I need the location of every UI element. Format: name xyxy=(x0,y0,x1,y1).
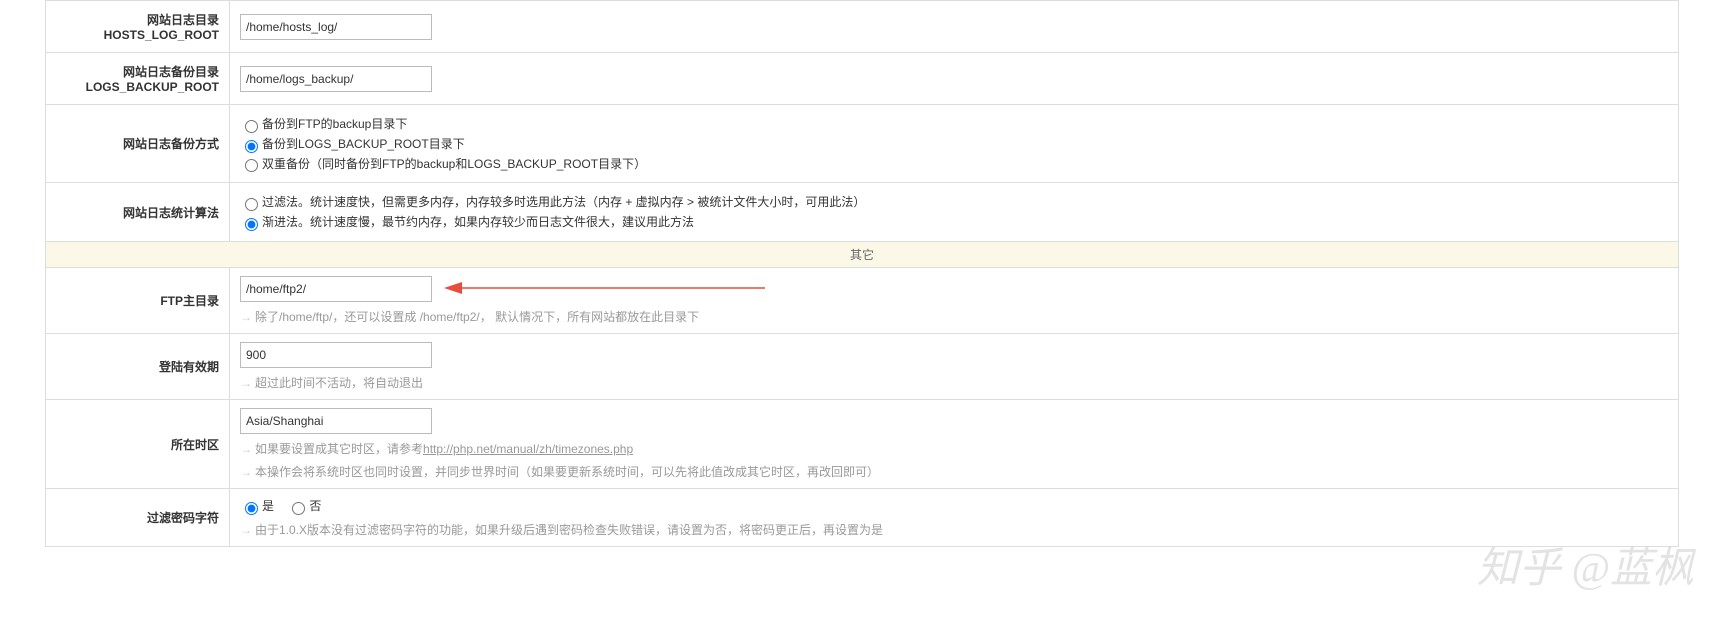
label-pwd-filter: 过滤密码字符 xyxy=(46,489,230,547)
hint-pwd-filter-text: 由于1.0.X版本没有过滤密码字符的功能，如果升级后遇到密码检查失败错误，请设置… xyxy=(255,523,883,537)
row-stats-method: 网站日志统计算法 过滤法。统计速度快，但需更多内存，内存较多时选用此方法（内存 … xyxy=(46,183,1679,242)
row-backup-method: 网站日志备份方式 备份到FTP的backup目录下 备份到LOGS_BACKUP… xyxy=(46,105,1679,183)
label-backup-method: 网站日志备份方式 xyxy=(46,105,230,183)
input-ftp-root[interactable] xyxy=(240,276,432,302)
section-header-other-text: 其它 xyxy=(46,242,1679,268)
row-login-expire: 登陆有效期 →超过此时间不活动，将自动退出 xyxy=(46,334,1679,400)
hint-timezone-1: →如果要设置成其它时区，请参考http://php.net/manual/zh/… xyxy=(240,440,1668,457)
label-timezone: 所在时区 xyxy=(46,400,230,489)
radio-backup-ftp[interactable] xyxy=(245,120,258,133)
radio-pwd-no[interactable] xyxy=(292,502,305,515)
input-timezone[interactable] xyxy=(240,408,432,434)
hint-timezone-2: →本操作会将系统时区也同时设置，并同步世界时间（如果要更新系统时间，可以先将此值… xyxy=(240,463,1668,480)
radio-pwd-yes-label: 是 xyxy=(262,499,274,513)
label-stats-method: 网站日志统计算法 xyxy=(46,183,230,242)
label-logs-backup-root-en: LOGS_BACKUP_ROOT xyxy=(54,80,219,94)
radio-stats-progressive[interactable] xyxy=(245,218,258,231)
radio-pwd-yes[interactable] xyxy=(245,502,258,515)
arrow-icon: → xyxy=(240,523,252,537)
input-logs-backup-root[interactable] xyxy=(240,66,432,92)
hint-timezone-1-pre: 如果要设置成其它时区，请参考 xyxy=(255,442,423,456)
row-timezone: 所在时区 →如果要设置成其它时区，请参考http://php.net/manua… xyxy=(46,400,1679,489)
label-hosts-log-root-cn: 网站日志目录 xyxy=(54,11,219,28)
link-timezones-php[interactable]: http://php.net/manual/zh/timezones.php xyxy=(423,442,633,456)
input-login-expire[interactable] xyxy=(240,342,432,368)
label-login-expire: 登陆有效期 xyxy=(46,334,230,400)
label-hosts-log-root: 网站日志目录 HOSTS_LOG_ROOT xyxy=(46,1,230,53)
label-ftp-root: FTP主目录 xyxy=(46,268,230,334)
arrow-icon: → xyxy=(240,442,252,456)
section-header-other: 其它 xyxy=(46,242,1679,268)
label-logs-backup-root: 网站日志备份目录 LOGS_BACKUP_ROOT xyxy=(46,53,230,105)
hint-ftp-root: →除了/home/ftp/，还可以设置成 /home/ftp2/， 默认情况下，… xyxy=(240,308,1668,325)
row-hosts-log-root: 网站日志目录 HOSTS_LOG_ROOT xyxy=(46,1,1679,53)
arrow-icon: → xyxy=(240,465,252,479)
arrow-icon: → xyxy=(240,310,252,324)
hint-ftp-root-text: 除了/home/ftp/，还可以设置成 /home/ftp2/， 默认情况下，所… xyxy=(255,310,699,324)
row-logs-backup-root: 网站日志备份目录 LOGS_BACKUP_ROOT xyxy=(46,53,1679,105)
hint-timezone-2-text: 本操作会将系统时区也同时设置，并同步世界时间（如果要更新系统时间，可以先将此值改… xyxy=(255,465,879,479)
radio-stats-filter-label: 过滤法。统计速度快，但需更多内存，内存较多时选用此方法（内存 + 虚拟内存 > … xyxy=(262,195,865,209)
row-ftp-root: FTP主目录 →除了/home/ftp/，还可以设置成 /home/ftp2/，… xyxy=(46,268,1679,334)
radio-backup-logs[interactable] xyxy=(245,140,258,153)
input-hosts-log-root[interactable] xyxy=(240,14,432,40)
radio-pwd-no-label: 否 xyxy=(309,499,321,513)
label-logs-backup-root-cn: 网站日志备份目录 xyxy=(54,63,219,80)
hint-pwd-filter: →由于1.0.X版本没有过滤密码字符的功能，如果升级后遇到密码检查失败错误，请设… xyxy=(240,521,1668,538)
radio-stats-progressive-label: 渐进法。统计速度慢，最节约内存，如果内存较少而日志文件很大，建议用此方法 xyxy=(262,215,694,229)
hint-login-expire: →超过此时间不活动，将自动退出 xyxy=(240,374,1668,391)
radio-backup-both-label: 双重备份（同时备份到FTP的backup和LOGS_BACKUP_ROOT目录下… xyxy=(262,157,646,171)
label-hosts-log-root-en: HOSTS_LOG_ROOT xyxy=(54,28,219,42)
radio-backup-both[interactable] xyxy=(245,159,258,172)
radio-stats-filter[interactable] xyxy=(245,198,258,211)
hint-login-expire-text: 超过此时间不活动，将自动退出 xyxy=(255,376,423,390)
annotation-arrow-icon xyxy=(440,278,770,298)
row-pwd-filter: 过滤密码字符 是 否 →由于1.0.X版本没有过滤密码字符的功能，如果升级后遇到… xyxy=(46,489,1679,547)
radio-backup-logs-label: 备份到LOGS_BACKUP_ROOT目录下 xyxy=(262,137,465,151)
radio-backup-ftp-label: 备份到FTP的backup目录下 xyxy=(262,117,407,131)
arrow-icon: → xyxy=(240,376,252,390)
